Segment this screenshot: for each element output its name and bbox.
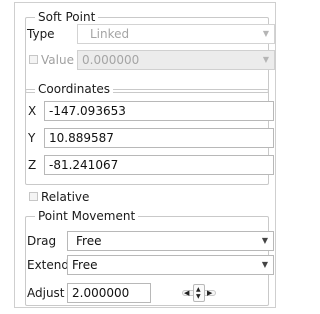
z-input[interactable]: -81.241067 xyxy=(44,155,274,175)
drag-label: Drag xyxy=(27,234,57,248)
drag-dropdown-value: Free xyxy=(76,234,102,248)
value-label: Value xyxy=(41,53,74,67)
nudge-spinner[interactable]: ◀ ▶ ▲ ▼ xyxy=(182,284,216,302)
type-label: Type xyxy=(27,27,55,41)
soft-point-legend: Soft Point xyxy=(35,10,99,24)
type-dropdown[interactable]: Linked ▼ xyxy=(77,24,275,44)
y-input-text: 10.889587 xyxy=(49,131,114,145)
value-input[interactable]: 0.000000 ▼ xyxy=(77,50,275,70)
point-movement-legend: Point Movement xyxy=(35,209,139,223)
nudge-down-icon[interactable]: ▼ xyxy=(196,293,201,300)
x-input-text: -147.093653 xyxy=(49,104,126,118)
chevron-down-icon: ▼ xyxy=(262,29,269,38)
value-input-text: 0.000000 xyxy=(82,53,140,67)
relative-label: Relative xyxy=(41,190,90,204)
z-input-text: -81.241067 xyxy=(49,158,119,172)
coordinates-legend: Coordinates xyxy=(35,82,114,96)
chevron-down-icon: ▼ xyxy=(261,260,268,269)
soft-point-properties-panel: Soft Point Type Linked ▼ Value 0.000000 … xyxy=(14,2,276,308)
chevron-down-icon: ▼ xyxy=(262,55,269,64)
y-label: Y xyxy=(28,131,36,145)
chevron-down-icon: ▼ xyxy=(261,236,268,245)
adjust-input[interactable]: 2.000000 xyxy=(67,283,151,303)
relative-checkbox[interactable] xyxy=(29,192,38,201)
value-checkbox[interactable] xyxy=(29,55,38,64)
nudge-left-icon[interactable]: ◀ xyxy=(184,288,189,298)
extend-dropdown[interactable]: Free ▼ xyxy=(67,255,274,275)
adjust-input-text: 2.000000 xyxy=(72,286,130,300)
nudge-up-icon[interactable]: ▲ xyxy=(196,286,201,293)
drag-dropdown[interactable]: Free ▼ xyxy=(67,231,274,251)
nudge-right-icon[interactable]: ▶ xyxy=(207,288,212,298)
z-label: Z xyxy=(28,158,37,172)
type-dropdown-value: Linked xyxy=(90,27,130,41)
extend-dropdown-value: Free xyxy=(72,258,98,272)
y-input[interactable]: 10.889587 xyxy=(44,128,274,148)
x-label: X xyxy=(28,104,37,118)
extend-label: Extend xyxy=(27,258,69,272)
adjust-label: Adjust xyxy=(27,286,65,300)
spinner-center: ▲ ▼ xyxy=(193,284,205,302)
x-input[interactable]: -147.093653 xyxy=(44,101,274,121)
